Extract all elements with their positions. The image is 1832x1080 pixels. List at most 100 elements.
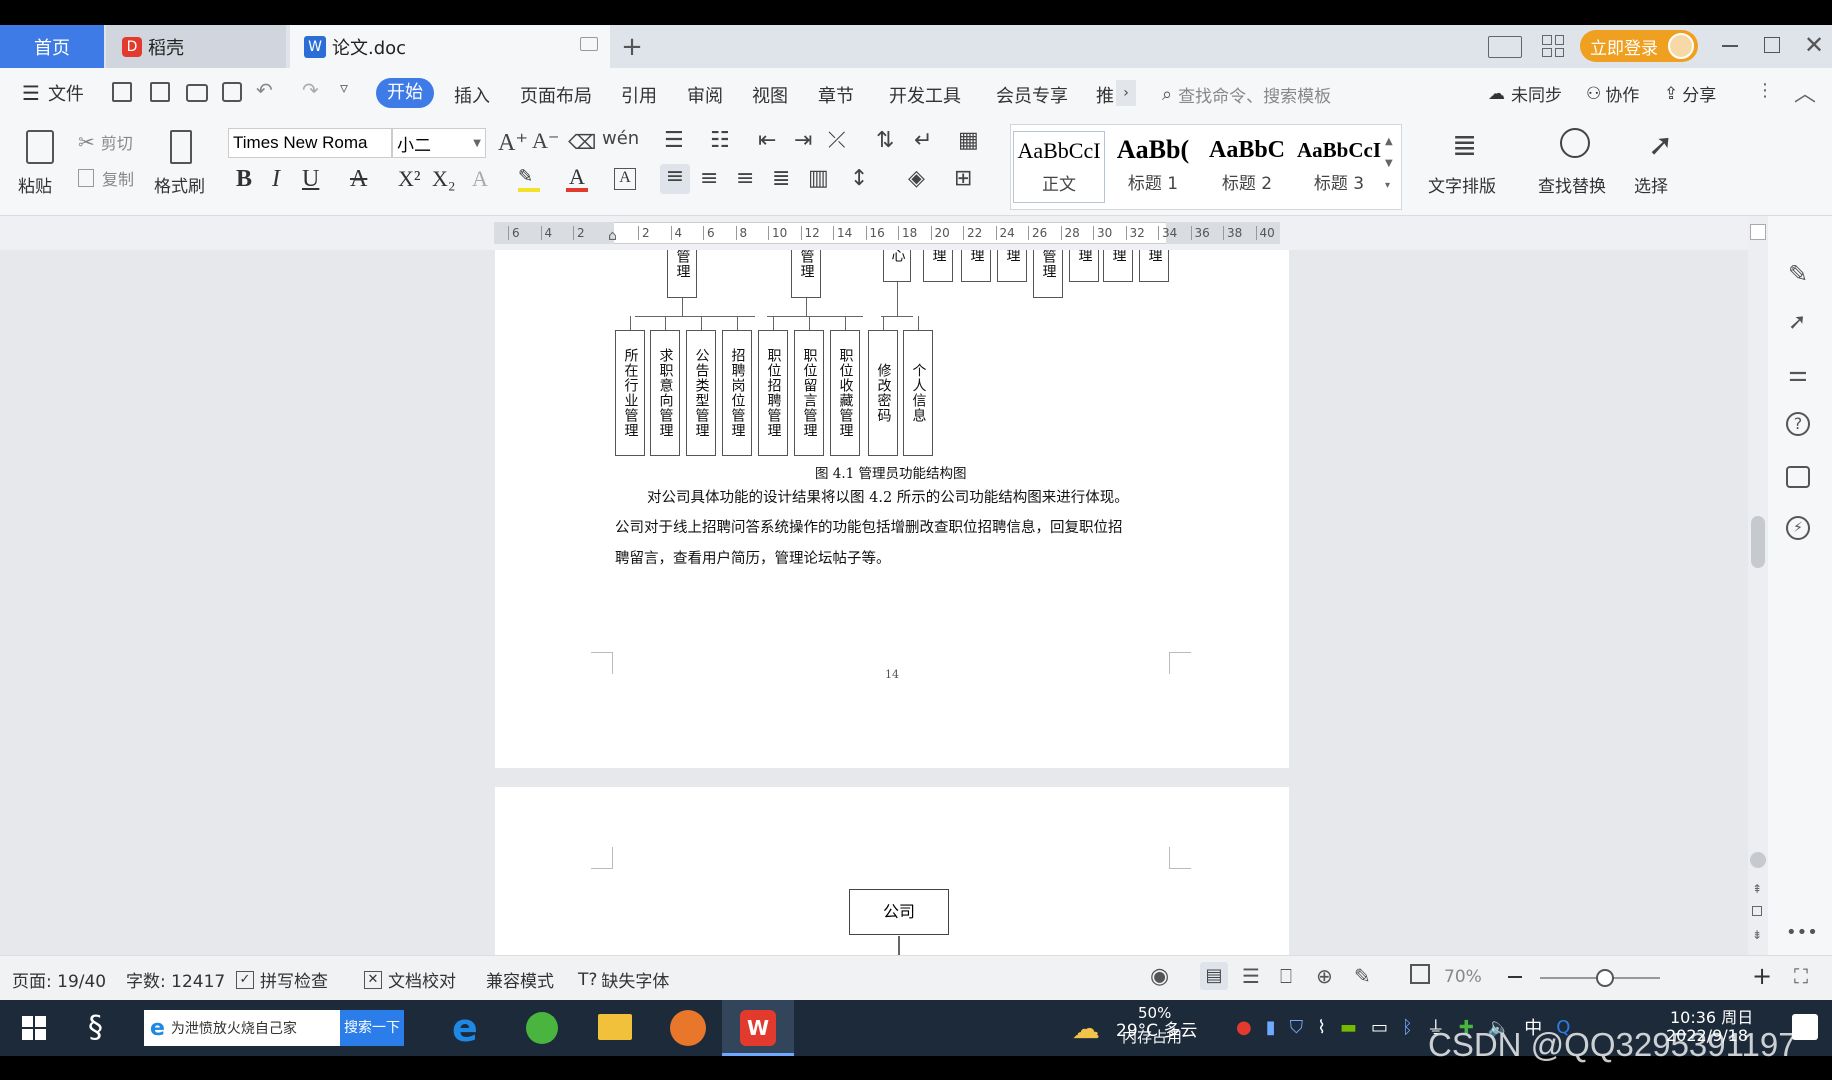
tab-more[interactable]: 推 [1096, 82, 1114, 108]
align-center-icon[interactable]: ≡ [700, 166, 718, 191]
reading-view-icon[interactable]: ⎕ [1280, 964, 1292, 988]
document-page[interactable]: 管理 管理心理理理管理理理理 所在行业管理 求职意向管理 公告类型管理 招聘岗位管理 职位… [495, 250, 1289, 768]
layout-icon[interactable] [1488, 36, 1522, 58]
superscript-icon[interactable]: X² [398, 166, 420, 192]
show-marks-icon[interactable]: ↵ [914, 128, 932, 153]
select-browse-icon[interactable] [1752, 906, 1762, 916]
page-indicator[interactable]: 页面: 19/40 [12, 967, 106, 992]
styles-scroll-icon[interactable]: ▲ ▼ ▾ [1385, 131, 1393, 197]
restore-button[interactable] [1764, 37, 1780, 53]
tray-shield-icon[interactable]: ⛉ [1290, 1017, 1304, 1038]
bold-icon[interactable]: B [236, 166, 252, 193]
image-tool-icon[interactable] [1786, 466, 1810, 488]
tab-doc[interactable]: W 论文.doc [290, 25, 610, 68]
tab-reference[interactable]: 引用 [621, 82, 657, 108]
zoom-level[interactable]: 70% [1444, 967, 1482, 987]
app-avatar-icon[interactable] [670, 1010, 706, 1046]
spell-check-button[interactable]: ✓ 拼写检查 [236, 967, 328, 992]
clock-time[interactable]: 10:36 周日 [1670, 1004, 1753, 1028]
more-tabs-chevron-icon[interactable]: › [1116, 80, 1136, 106]
numbered-list-icon[interactable]: ☷ [710, 128, 730, 153]
tab-view[interactable]: 视图 [752, 82, 788, 108]
edge-icon[interactable]: e [452, 1006, 478, 1050]
page-view-icon[interactable]: ▤ [1200, 962, 1228, 990]
edit-icon[interactable]: ✎ [1788, 260, 1808, 288]
tab-layout[interactable]: 页面布局 [520, 82, 592, 108]
bullet-list-icon[interactable]: ☰ [664, 128, 684, 153]
line-spacing-icon[interactable]: ↕ [850, 166, 868, 191]
zoom-out-icon[interactable] [1508, 976, 1522, 978]
prev-page-icon[interactable]: ⇞ [1752, 882, 1762, 896]
shading-icon[interactable]: ◈ [908, 166, 925, 191]
redo-icon[interactable]: ↷ [302, 78, 319, 102]
char-border-icon[interactable]: A [614, 168, 636, 190]
font-color-icon[interactable]: A [566, 164, 588, 192]
table-ruler-icon[interactable]: ▦ [958, 128, 979, 153]
tab-member[interactable]: 会员专享 [996, 82, 1068, 108]
increase-indent-icon[interactable]: ⇥ [794, 128, 812, 153]
scroll-up-icon[interactable] [1750, 224, 1766, 240]
collapse-ribbon-icon[interactable]: ︿ [1794, 76, 1816, 108]
browser-360-icon[interactable] [526, 1012, 558, 1044]
copy-button[interactable]: 复制 [78, 166, 134, 190]
tab-chapter[interactable]: 章节 [818, 82, 854, 108]
minimize-button[interactable] [1722, 45, 1738, 47]
scrollbar-track[interactable]: ⇞ ⇟ [1748, 216, 1768, 955]
customize-icon[interactable]: ▿ [340, 78, 348, 97]
fullscreen-icon[interactable]: ⛶ [1794, 964, 1808, 988]
file-menu[interactable]: ☰ 文件 [22, 80, 84, 106]
search-app-icon[interactable]: § [88, 1010, 103, 1045]
clear-format-icon[interactable]: ⌫ [568, 130, 596, 154]
zoom-slider-thumb[interactable] [1596, 969, 1614, 987]
share-button[interactable]: ⇪ 分享 [1664, 81, 1716, 107]
justify-icon[interactable]: ≣ [772, 166, 790, 191]
cut-button[interactable]: ✂ 剪切 [78, 130, 133, 154]
align-right-icon[interactable]: ≡ [736, 166, 754, 191]
export-icon[interactable] [150, 82, 170, 102]
news-search-box[interactable]: e 为泄愤放火烧自己家 搜索一下 [144, 1010, 404, 1046]
collab-button[interactable]: ⚇ 协作 [1586, 81, 1639, 107]
wps-taskbar-button[interactable]: W [722, 1000, 794, 1056]
sync-status[interactable]: ☁ 未同步 [1488, 81, 1562, 107]
close-button[interactable]: ✕ [1804, 31, 1824, 59]
zoom-slider[interactable] [1540, 969, 1660, 987]
tray-app-icon[interactable]: ● [1236, 1017, 1252, 1038]
select-button[interactable]: ➚ 选择 [1630, 126, 1690, 206]
text-effect-icon[interactable]: A [472, 166, 488, 192]
monitor-icon[interactable] [580, 37, 598, 51]
style-normal[interactable]: AaBbCcI 正文 [1013, 131, 1105, 203]
tray-wifi-icon[interactable]: ⌇ [1317, 1017, 1326, 1038]
tray-nvidia-icon[interactable]: ▬ [1340, 1017, 1357, 1038]
search-now-button[interactable]: 搜索一下 [340, 1010, 404, 1046]
preview-icon[interactable] [222, 82, 242, 102]
underline-icon[interactable]: U [302, 166, 319, 193]
next-page-icon[interactable]: ⇟ [1752, 928, 1762, 942]
style-heading-3[interactable]: AaBbCcI 标题 3 [1293, 131, 1385, 203]
tab-insert[interactable]: 插入 [454, 82, 490, 108]
shrink-font-icon[interactable]: A⁻ [532, 128, 560, 154]
pinyin-icon[interactable]: wén [602, 128, 639, 149]
find-replace-button[interactable]: 查找替换 [1532, 126, 1620, 206]
more-dots-icon[interactable]: ••• [1786, 922, 1818, 943]
italic-icon[interactable]: I [272, 166, 280, 193]
write-mode-icon[interactable]: ✎ [1354, 964, 1371, 988]
document-canvas[interactable]: 管理 管理心理理理管理理理理 所在行业管理 求职意向管理 公告类型管理 招聘岗位管理 职位… [0, 250, 1750, 955]
web-view-icon[interactable]: ⊕ [1316, 964, 1333, 988]
file-explorer-icon[interactable] [598, 1014, 632, 1040]
bluetooth-icon[interactable]: ᛒ [1402, 1017, 1413, 1038]
format-painter-button[interactable]: 格式刷 [150, 126, 214, 206]
fit-page-icon[interactable] [1410, 964, 1430, 984]
borders-icon[interactable]: ⊞ [954, 166, 972, 191]
more-options-icon[interactable]: ⋮ [1756, 80, 1774, 101]
document-page-next[interactable]: 公司 [495, 787, 1289, 955]
decrease-indent-icon[interactable]: ⇤ [758, 128, 776, 153]
tab-daoke[interactable]: D 稻壳 [106, 25, 286, 68]
outline-view-icon[interactable]: ☰ [1242, 964, 1260, 988]
zoom-in-icon[interactable]: + [1752, 962, 1772, 990]
tab-review[interactable]: 审阅 [687, 82, 723, 108]
undo-icon[interactable]: ↶ [256, 78, 273, 102]
help-icon[interactable]: ? [1786, 412, 1810, 436]
scroll-thumb[interactable] [1751, 516, 1765, 568]
word-count[interactable]: 字数: 12417 [126, 967, 225, 992]
subscript-icon[interactable]: X₂ [432, 166, 456, 192]
